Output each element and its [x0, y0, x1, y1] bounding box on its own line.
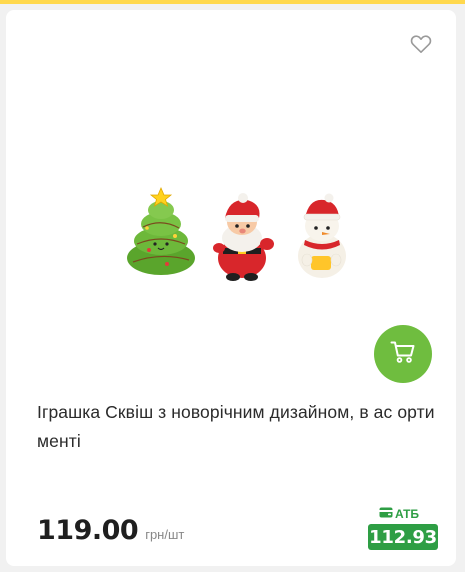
wallet-card-icon	[379, 507, 395, 521]
product-image[interactable]	[119, 178, 351, 286]
tree-toy-figure	[127, 186, 195, 275]
promo-label-text: АТБ	[395, 507, 420, 521]
top-accent-bar	[0, 0, 465, 4]
product-title[interactable]: Іграшка Сквіш з новорічним дизайном, в а…	[37, 398, 437, 456]
add-to-cart-button[interactable]	[374, 325, 432, 383]
shopping-cart-icon	[390, 340, 416, 369]
snowman-toy-figure	[298, 193, 346, 278]
promo-label: АТБ	[379, 507, 419, 521]
regular-price: 119.00	[37, 515, 139, 546]
product-card[interactable]: Іграшка Сквіш з новорічним дизайном, в а…	[6, 10, 456, 566]
promo-price-badge: 112.93	[368, 524, 438, 550]
favorite-heart-icon[interactable]	[410, 34, 432, 54]
price-unit: грн/шт	[145, 527, 185, 542]
price-block: 119.00 грн/шт	[37, 515, 184, 546]
santa-toy-figure	[213, 193, 274, 281]
